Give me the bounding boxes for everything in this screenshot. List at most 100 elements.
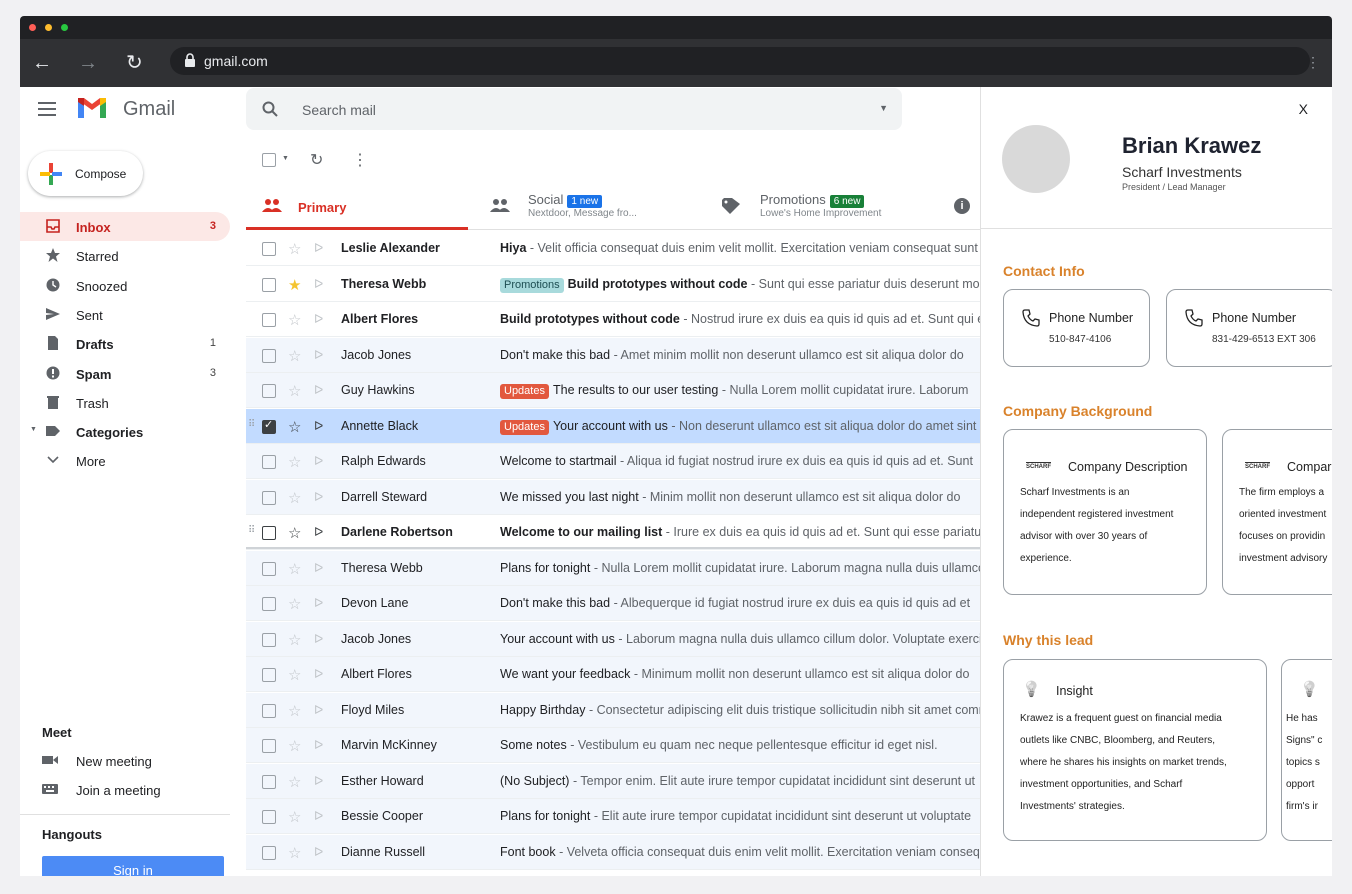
row-checkbox[interactable]	[262, 739, 276, 753]
row-checkbox[interactable]	[262, 561, 276, 576]
star-icon[interactable]: ☆	[288, 347, 301, 365]
important-marker-icon[interactable]: ᐅ	[314, 809, 323, 823]
email-row[interactable]: ⠿ ☆ ᐅ Darlene Robertson Welcome to our maili…	[246, 515, 980, 551]
email-row[interactable]: ☆ ᐅ Dianne Russell Font book - Velveta offi…	[246, 834, 980, 870]
email-row[interactable]: ☆ ᐅ Jacob Jones Don't make this bad - Amet …	[246, 337, 980, 373]
close-panel-button[interactable]: X	[1299, 101, 1308, 117]
info-icon[interactable]: i	[954, 198, 970, 214]
important-marker-icon[interactable]: ᐅ	[314, 667, 323, 681]
sidebar-item-inbox[interactable]: Inbox 3	[20, 212, 230, 241]
forward-arrow-icon[interactable]: →	[78, 51, 98, 75]
main-menu-icon[interactable]	[38, 102, 56, 116]
email-row[interactable]: ☆ ᐅ Esther Howard (No Subject) - Tempor eni…	[246, 763, 980, 799]
row-checkbox[interactable]	[262, 455, 276, 469]
row-checkbox[interactable]	[262, 384, 276, 398]
star-icon[interactable]: ☆	[288, 240, 301, 258]
sidebar-item-snoozed[interactable]: Snoozed	[20, 271, 230, 300]
address-bar[interactable]: gmail.com	[170, 47, 1310, 75]
email-row[interactable]: ☆ ᐅ Albert Flores We want your feedback - M…	[246, 657, 980, 693]
row-checkbox[interactable]	[262, 313, 276, 327]
star-icon[interactable]: ☆	[288, 666, 301, 684]
row-checkbox[interactable]	[262, 277, 276, 292]
important-marker-icon[interactable]: ᐅ	[314, 774, 323, 788]
star-icon[interactable]: ☆	[288, 524, 301, 542]
star-icon[interactable]: ☆	[288, 489, 301, 507]
expand-arrow-icon[interactable]: ▼	[30, 426, 37, 433]
star-icon[interactable]: ★	[288, 276, 301, 294]
star-icon[interactable]: ☆	[288, 737, 301, 755]
search-options-icon[interactable]: ▼	[879, 103, 888, 113]
star-icon[interactable]: ☆	[288, 844, 301, 862]
tab-primary[interactable]: Primary	[246, 182, 468, 230]
reload-icon[interactable]: ↻	[126, 51, 143, 75]
important-marker-icon[interactable]: ᐅ	[314, 845, 323, 859]
important-marker-icon[interactable]: ᐅ	[314, 632, 323, 646]
sidebar-item-drafts[interactable]: Drafts 1	[20, 329, 230, 358]
sidebar-item-sent[interactable]: Sent	[20, 300, 230, 329]
email-row[interactable]: ☆ ᐅ Devon Lane Don't make this bad - Albequ…	[246, 586, 980, 622]
email-row[interactable]: ☆ ᐅ Albert Flores Build prototypes without …	[246, 302, 980, 338]
sidebar-item-spam[interactable]: Spam 3	[20, 359, 230, 388]
important-marker-icon[interactable]: ᐅ	[314, 525, 323, 539]
important-marker-icon[interactable]: ᐅ	[314, 383, 323, 397]
insight-card[interactable]: 💡 Insight Krawez is a frequent guest on fi…	[1003, 659, 1267, 841]
row-checkbox[interactable]: ✓	[262, 419, 276, 434]
search-icon[interactable]	[262, 101, 278, 117]
important-marker-icon[interactable]: ᐅ	[314, 348, 323, 362]
sidebar-item-starred[interactable]: Starred	[20, 241, 230, 270]
star-icon[interactable]: ☆	[288, 560, 301, 578]
important-marker-icon[interactable]: ᐅ	[314, 277, 323, 291]
insight-card[interactable]: 💡 He has Signs" c topics s opport firm's ir	[1281, 659, 1332, 841]
email-row[interactable]: ☆ ᐅ Darrell Steward We missed you last nigh…	[246, 479, 980, 515]
drag-handle-icon[interactable]: ⠿	[248, 419, 255, 430]
important-marker-icon[interactable]: ᐅ	[314, 419, 323, 433]
star-icon[interactable]: ☆	[288, 773, 301, 791]
important-marker-icon[interactable]: ᐅ	[314, 703, 323, 717]
row-checkbox[interactable]	[262, 348, 276, 363]
select-all-checkbox[interactable]	[262, 153, 276, 167]
close-window-dot[interactable]	[29, 24, 36, 31]
compose-button[interactable]: Compose	[28, 151, 143, 196]
email-row[interactable]: ☆ ᐅ Guy Hawkins Updates The results to our u…	[246, 373, 980, 409]
star-icon[interactable]: ☆	[288, 311, 301, 329]
row-checkbox[interactable]	[262, 845, 276, 860]
maximize-window-dot[interactable]	[61, 24, 68, 31]
minimize-window-dot[interactable]	[45, 24, 52, 31]
star-icon[interactable]: ☆	[288, 382, 301, 400]
important-marker-icon[interactable]: ᐅ	[314, 490, 323, 504]
important-marker-icon[interactable]: ᐅ	[314, 312, 323, 326]
company-card[interactable]: SCHARF Company Description Scharf Investme…	[1003, 429, 1207, 595]
row-checkbox[interactable]	[262, 774, 276, 789]
row-checkbox[interactable]	[262, 703, 276, 718]
email-label-badge[interactable]: Updates	[500, 419, 549, 435]
row-checkbox[interactable]	[262, 597, 276, 611]
sidebar-item-categories[interactable]: ▼ Categories	[20, 417, 230, 446]
more-actions-icon[interactable]: ⋮	[352, 150, 368, 170]
row-checkbox[interactable]	[262, 490, 276, 505]
email-row[interactable]: ★ ᐅ Theresa Webb Promotions Build prototypes…	[246, 266, 980, 302]
company-card[interactable]: SCHARF Compar The firm employs a oriented i…	[1222, 429, 1332, 595]
row-checkbox[interactable]	[262, 668, 276, 682]
important-marker-icon[interactable]: ᐅ	[314, 454, 323, 468]
drag-handle-icon[interactable]: ⠿	[248, 525, 255, 536]
sidebar-item-trash[interactable]: Trash	[20, 388, 230, 417]
email-row[interactable]: ☆ ᐅ Ralph Edwards Welcome to startmail - Al…	[246, 444, 980, 480]
important-marker-icon[interactable]: ᐅ	[314, 596, 323, 610]
tab-promotions[interactable]: Promotions 6 new Lowe's Home Improvement	[720, 182, 960, 230]
email-row[interactable]: ☆ ᐅ Marvin McKinney Some notes - Vestibulum…	[246, 728, 980, 764]
email-row[interactable]: ⠿ ✓ ☆ ᐅ Annette Black Updates Your account wit…	[246, 408, 980, 444]
phone-card[interactable]: Phone Number 510-847-4106	[1003, 289, 1150, 367]
row-checkbox[interactable]	[262, 632, 276, 647]
email-label-badge[interactable]: Promotions	[500, 277, 564, 293]
row-checkbox[interactable]	[262, 526, 276, 540]
join-meeting-link[interactable]: Join a meeting	[20, 778, 230, 802]
refresh-icon[interactable]: ↻	[310, 150, 323, 170]
email-label-badge[interactable]: Updates	[500, 384, 549, 399]
email-row[interactable]: ☆ ᐅ Theresa Webb Plans for tonight - Nulla …	[246, 550, 980, 586]
star-icon[interactable]: ☆	[288, 418, 301, 436]
select-dropdown-icon[interactable]: ▼	[282, 155, 289, 162]
back-arrow-icon[interactable]: ←	[32, 51, 52, 75]
tab-social[interactable]: Social 1 new Nextdoor, Message fro...	[490, 182, 710, 230]
row-checkbox[interactable]	[262, 810, 276, 824]
sign-in-button[interactable]: Sign in	[42, 856, 224, 876]
